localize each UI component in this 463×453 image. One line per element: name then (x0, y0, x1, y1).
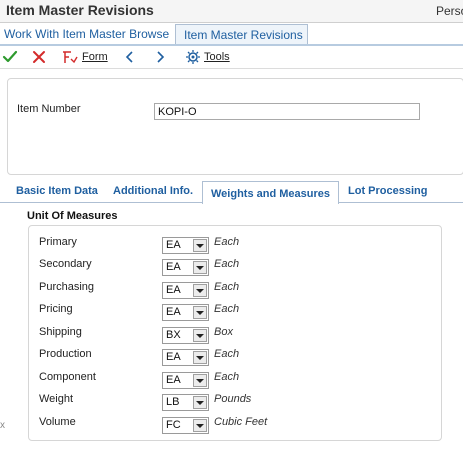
ok-button[interactable] (2, 48, 18, 66)
item-number-field[interactable] (154, 103, 420, 120)
chevron-down-icon[interactable] (193, 419, 207, 432)
chevron-left-icon (125, 51, 133, 63)
item-number-label: Item Number (17, 103, 81, 115)
tab-additional-info[interactable]: Additional Info. (113, 185, 193, 197)
uom-label-weight: Weight (39, 393, 74, 405)
chevron-down-icon[interactable] (193, 374, 207, 387)
uom-select-volume[interactable]: FC (162, 417, 209, 434)
chevron-down-icon[interactable] (193, 396, 207, 409)
uom-select-value: EA (166, 261, 181, 273)
chevron-down-icon[interactable] (193, 261, 207, 274)
chevron-right-icon (157, 51, 165, 63)
uom-select-value: BX (166, 329, 181, 341)
previous-button[interactable] (123, 48, 137, 66)
uom-description-primary: Each (214, 236, 240, 248)
uom-description-purchasing: Each (214, 281, 240, 293)
tab-basic-item-data[interactable]: Basic Item Data (16, 185, 98, 197)
uom-label-pricing: Pricing (39, 303, 73, 315)
chevron-down-icon[interactable] (193, 239, 207, 252)
uom-select-purchasing[interactable]: EA (162, 282, 209, 299)
uom-select-value: LB (166, 396, 180, 408)
breadcrumb-item-revisions[interactable]: Item Master Revisions (175, 24, 308, 44)
chevron-down-icon[interactable] (193, 284, 207, 297)
gear-icon (186, 50, 200, 64)
check-icon (2, 50, 18, 63)
uom-select-pricing[interactable]: EA (162, 304, 209, 321)
uom-select-value: EA (166, 374, 181, 386)
breadcrumb-item-browse[interactable]: Work With Item Master Browse (4, 27, 169, 41)
header-panel (7, 78, 463, 175)
uom-select-shipping[interactable]: BX (162, 327, 209, 344)
uom-description-secondary: Each (214, 258, 240, 270)
uom-description-weight: Pounds (214, 393, 252, 405)
uom-description-shipping: Box (214, 326, 233, 338)
uom-select-value: EA (166, 239, 181, 251)
uom-group-title: Unit Of Measures (27, 210, 118, 222)
uom-select-weight[interactable]: LB (162, 394, 209, 411)
edge-marker: x (0, 420, 5, 431)
form-menu-button[interactable]: Form (61, 48, 108, 66)
personalization-menu[interactable]: Perso (436, 4, 463, 18)
uom-label-production: Production (39, 348, 92, 360)
uom-select-value: EA (166, 284, 181, 296)
chevron-down-icon[interactable] (193, 306, 207, 319)
close-icon (33, 51, 45, 63)
uom-select-component[interactable]: EA (162, 372, 209, 389)
uom-description-production: Each (214, 348, 240, 360)
uom-label-secondary: Secondary (39, 258, 92, 270)
uom-select-secondary[interactable]: EA (162, 259, 209, 276)
uom-select-value: FC (166, 419, 181, 431)
uom-select-value: EA (166, 351, 181, 363)
form-icon (63, 51, 78, 64)
uom-label-component: Component (39, 371, 96, 383)
uom-description-component: Each (214, 371, 240, 383)
uom-label-shipping: Shipping (39, 326, 82, 338)
window-title: Item Master Revisions (6, 2, 154, 18)
next-button[interactable] (153, 48, 167, 66)
uom-select-production[interactable]: EA (162, 349, 209, 366)
uom-label-volume: Volume (39, 416, 76, 428)
chevron-down-icon[interactable] (193, 329, 207, 342)
tab-weights-and-measures-label[interactable]: Weights and Measures (211, 188, 330, 200)
uom-select-value: EA (166, 306, 181, 318)
uom-label-primary: Primary (39, 236, 77, 248)
tools-menu-label: Tools (204, 51, 230, 63)
uom-label-purchasing: Purchasing (39, 281, 95, 293)
uom-description-pricing: Each (214, 303, 240, 315)
breadcrumb-item-label: Item Master Revisions (184, 28, 303, 42)
tools-menu-button[interactable]: Tools (185, 48, 230, 66)
tab-lot-processing[interactable]: Lot Processing (348, 185, 427, 197)
form-menu-label: Form (82, 51, 108, 63)
chevron-down-icon[interactable] (193, 351, 207, 364)
uom-description-volume: Cubic Feet (214, 416, 268, 428)
uom-select-primary[interactable]: EA (162, 237, 209, 254)
cancel-button[interactable] (31, 48, 47, 66)
